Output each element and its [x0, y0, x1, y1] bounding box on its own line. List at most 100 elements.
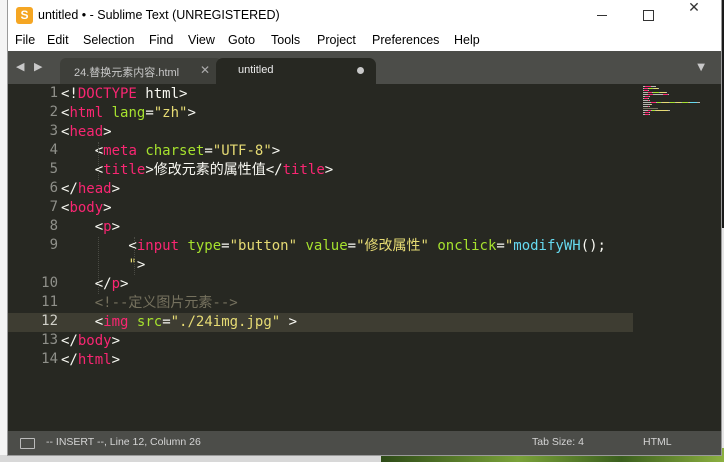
minimap[interactable] [639, 84, 704, 431]
code-line[interactable]: <p> [61, 218, 120, 237]
minimap-stroke [643, 108, 658, 109]
panel-toggle-icon[interactable] [20, 438, 35, 449]
desktop-background [0, 0, 8, 462]
line-number: 8 [49, 218, 58, 234]
code-token: > [271, 143, 281, 159]
code-token: > [111, 352, 121, 368]
minimap-stroke [648, 90, 649, 91]
menu-goto[interactable]: Goto [228, 33, 255, 47]
code-token: (); [580, 238, 606, 254]
code-line[interactable]: "> [61, 256, 145, 275]
status-mode: -- INSERT --, Line 12, Column 26 [46, 436, 201, 448]
code-token: = [145, 105, 154, 121]
minimap-stroke [649, 114, 650, 115]
close-button[interactable]: ✕ [671, 0, 717, 30]
code-token: > [111, 219, 121, 235]
code-token: = [221, 238, 230, 254]
code-token: > [103, 200, 112, 216]
maximize-button[interactable] [625, 0, 671, 30]
tab-close-icon[interactable]: ✕ [200, 63, 210, 77]
code-line[interactable]: <meta charset="UTF-8"> [61, 142, 281, 161]
code-token: p [103, 219, 112, 235]
minimap-stroke [651, 104, 652, 105]
code-token: < [61, 162, 104, 178]
code-line[interactable]: <!--定义图片元素--> [61, 294, 238, 313]
code-line[interactable]: <head> [61, 123, 112, 142]
code-line[interactable]: </head> [61, 180, 120, 199]
line-number: 9 [49, 237, 58, 253]
menu-selection[interactable]: Selection [83, 33, 134, 47]
sublime-window: S untitled • - Sublime Text (UNREGISTERE… [8, 0, 721, 455]
maximize-icon [643, 10, 654, 21]
code-token: >修改元素的属性值</ [145, 162, 283, 178]
code-line[interactable]: <input type="button" value="修改属性" onclic… [61, 237, 606, 256]
code-token: " [504, 238, 514, 254]
menu-find[interactable]: Find [149, 33, 173, 47]
code-token: > [111, 181, 121, 197]
menu-file[interactable]: File [15, 33, 35, 47]
code-token: > [280, 314, 298, 330]
minimize-button[interactable] [579, 0, 625, 30]
minimap-stroke [668, 94, 669, 95]
code-line[interactable]: </p> [61, 275, 129, 294]
tab-nav-arrows-icon[interactable]: ◀ ▶ [16, 60, 45, 73]
line-number: 13 [41, 332, 58, 348]
menu-tools[interactable]: Tools [271, 33, 300, 47]
minimap-stroke [649, 100, 650, 101]
code-token: > [324, 162, 334, 178]
tab-list-dropdown-icon[interactable]: ▼ [697, 62, 705, 73]
code-line[interactable]: <!DOCTYPE html> [61, 85, 187, 104]
menu-edit[interactable]: Edit [47, 33, 69, 47]
code-token: html [69, 105, 104, 121]
tab-bar: ◀ ▶ 24.替换元素内容.html ✕ untitled ▼ [8, 51, 721, 84]
code-token: type [187, 238, 222, 254]
code-token: charset [145, 143, 205, 159]
code-line[interactable]: </html> [61, 351, 120, 370]
line-number: 10 [41, 275, 58, 291]
code-token: body [77, 333, 112, 349]
unsaved-dot-icon[interactable] [357, 67, 364, 74]
code-token: = [347, 238, 357, 254]
menu-help[interactable]: Help [454, 33, 480, 47]
code-token: DOCTYPE [77, 86, 137, 102]
minimap-stroke [697, 102, 700, 103]
code-line[interactable]: </body> [61, 332, 120, 351]
tab-label: untitled [238, 64, 274, 76]
code-token: <! [61, 86, 78, 102]
status-syntax[interactable]: HTML [643, 436, 672, 448]
minimize-icon [597, 15, 607, 16]
code-token: </ [61, 181, 78, 197]
minimap-stroke [651, 86, 656, 87]
code-token: onclick [437, 238, 497, 254]
code-line[interactable]: <html lang="zh"> [61, 104, 196, 123]
code-token: < [61, 219, 104, 235]
code-line[interactable]: <title>修改元素的属性值</title> [61, 161, 334, 180]
line-number: 6 [49, 180, 58, 196]
code-token: "UTF-8" [212, 143, 272, 159]
code-token: = [496, 238, 505, 254]
vertical-scrollbar[interactable] [707, 84, 721, 431]
minimap-stroke [649, 106, 650, 107]
tab-untitled[interactable]: untitled [216, 58, 376, 84]
code-editor[interactable]: 1 2 3 4 5 6 7 8 9 10 11 12 13 14 <!DOCTYPE html> <html… [8, 84, 721, 431]
code-line[interactable]: <body> [61, 199, 112, 218]
menu-project[interactable]: Project [317, 33, 356, 47]
code-token: head [69, 124, 104, 140]
code-token: lang [111, 105, 146, 121]
tab-24-html[interactable]: 24.替换元素内容.html ✕ [60, 58, 222, 84]
line-number: 7 [49, 199, 58, 215]
status-tab-size[interactable]: Tab Size: 4 [532, 436, 584, 448]
minimap-stroke [662, 102, 669, 103]
minimap-stroke [666, 92, 667, 93]
menu-preferences[interactable]: Preferences [372, 33, 439, 47]
menu-view[interactable]: View [188, 33, 215, 47]
code-line[interactable]: <img src="./24img.jpg" > [61, 313, 297, 332]
code-token: "zh" [153, 105, 188, 121]
code-token: html [77, 352, 112, 368]
line-number: 3 [49, 123, 58, 139]
status-bar: -- INSERT --, Line 12, Column 26 Tab Siz… [8, 431, 721, 455]
window-title: untitled • - Sublime Text (UNREGISTERED) [38, 8, 280, 22]
code-token: </ [61, 352, 78, 368]
